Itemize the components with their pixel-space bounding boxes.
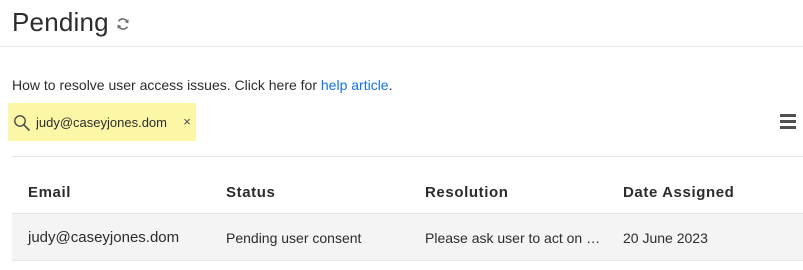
- table-row[interactable]: judy@caseyjones.dom Pending user consent…: [12, 213, 803, 261]
- cell-email[interactable]: judy@caseyjones.dom: [28, 229, 179, 246]
- page-header: Pending: [12, 4, 131, 40]
- clear-search-button[interactable]: ×: [180, 113, 194, 131]
- help-text-suffix: .: [388, 77, 393, 93]
- cell-date-assigned: 20 June 2023: [623, 230, 708, 246]
- search-input[interactable]: [36, 112, 172, 132]
- column-header-date-assigned[interactable]: Date Assigned: [623, 184, 734, 201]
- refresh-icon[interactable]: [115, 16, 131, 32]
- table-divider: [12, 156, 803, 157]
- hamburger-menu-icon[interactable]: [780, 114, 798, 130]
- column-header-status[interactable]: Status: [226, 184, 275, 201]
- column-header-resolution[interactable]: Resolution: [425, 184, 509, 201]
- pending-users-table: Email Status Resolution Date Assigned ju…: [12, 172, 803, 261]
- help-article-link[interactable]: help article: [321, 77, 389, 93]
- page-title: Pending: [12, 6, 109, 37]
- column-header-email[interactable]: Email: [28, 184, 71, 201]
- search-icon: [13, 114, 31, 132]
- help-text-body: How to resolve user access issues. Click…: [12, 77, 321, 93]
- search-field: ×: [8, 103, 196, 141]
- table-header: Email Status Resolution Date Assigned: [12, 172, 803, 212]
- cell-status: Pending user consent: [226, 230, 362, 246]
- help-text: How to resolve user access issues. Click…: [12, 77, 392, 93]
- pending-page: Pending How to resolve user access issue…: [0, 0, 803, 270]
- cell-resolution: Please ask user to act on …: [425, 230, 601, 246]
- header-divider: [0, 46, 803, 47]
